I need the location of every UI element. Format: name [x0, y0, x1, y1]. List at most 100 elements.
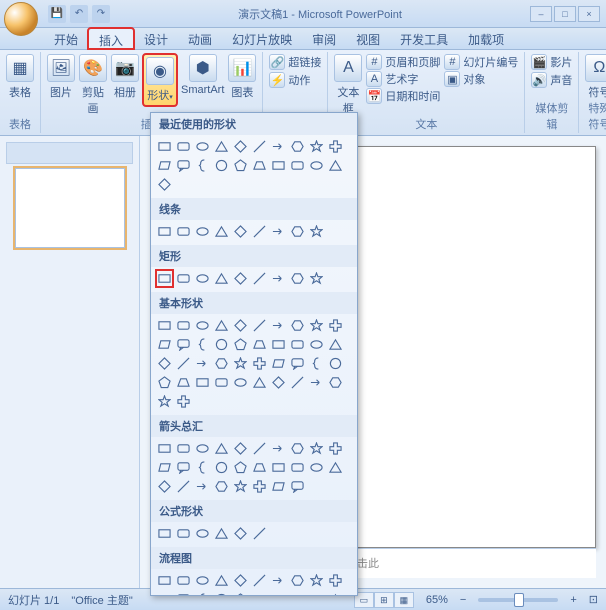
- shape-item[interactable]: [270, 374, 287, 391]
- shape-item[interactable]: [270, 336, 287, 353]
- tab-view[interactable]: 视图: [346, 28, 390, 49]
- tab-design[interactable]: 设计: [134, 28, 178, 49]
- shape-item[interactable]: [194, 374, 211, 391]
- hyperlink-button[interactable]: 🔗超链接: [269, 54, 321, 70]
- shape-item[interactable]: [308, 374, 325, 391]
- close-button[interactable]: ×: [578, 6, 600, 22]
- tab-home[interactable]: 开始: [44, 28, 88, 49]
- shape-item[interactable]: [156, 572, 173, 589]
- tab-developer[interactable]: 开发工具: [390, 28, 458, 49]
- tab-review[interactable]: 审阅: [302, 28, 346, 49]
- zoom-level[interactable]: 65%: [426, 594, 448, 606]
- shape-item[interactable]: [156, 138, 173, 155]
- shape-item[interactable]: [251, 157, 268, 174]
- shape-item[interactable]: [232, 138, 249, 155]
- shape-item[interactable]: [270, 270, 287, 287]
- sorter-view-button[interactable]: ⊞: [374, 592, 394, 608]
- shape-item[interactable]: [289, 317, 306, 334]
- shape-item[interactable]: [270, 478, 287, 495]
- shape-item[interactable]: [175, 355, 192, 372]
- shape-item[interactable]: [175, 270, 192, 287]
- fit-window-button[interactable]: ⊡: [589, 593, 598, 606]
- shape-item[interactable]: [308, 440, 325, 457]
- action-button[interactable]: ⚡动作: [269, 72, 310, 88]
- shape-item[interactable]: [270, 157, 287, 174]
- shape-item[interactable]: [270, 591, 287, 596]
- shape-item[interactable]: [289, 572, 306, 589]
- shape-item[interactable]: [194, 440, 211, 457]
- shape-item[interactable]: [156, 525, 173, 542]
- zoom-in-button[interactable]: +: [570, 594, 576, 606]
- shape-item[interactable]: [289, 336, 306, 353]
- shape-item[interactable]: [270, 572, 287, 589]
- shape-item[interactable]: [270, 440, 287, 457]
- shape-item[interactable]: [175, 440, 192, 457]
- shape-item[interactable]: [232, 440, 249, 457]
- slideshow-view-button[interactable]: ▦: [394, 592, 414, 608]
- shape-item[interactable]: [232, 525, 249, 542]
- shape-item[interactable]: [251, 317, 268, 334]
- shape-item[interactable]: [175, 478, 192, 495]
- shape-item[interactable]: [308, 270, 325, 287]
- shape-item[interactable]: [175, 317, 192, 334]
- movie-button[interactable]: 🎬影片: [531, 54, 572, 70]
- shape-item[interactable]: [251, 440, 268, 457]
- shape-item[interactable]: [156, 374, 173, 391]
- shape-item[interactable]: [327, 591, 344, 596]
- shape-item[interactable]: [232, 478, 249, 495]
- maximize-button[interactable]: □: [554, 6, 576, 22]
- shape-item[interactable]: [194, 138, 211, 155]
- shape-item[interactable]: [156, 478, 173, 495]
- tab-animations[interactable]: 动画: [178, 28, 222, 49]
- save-button[interactable]: 💾: [48, 5, 66, 23]
- shape-item[interactable]: [194, 157, 211, 174]
- shape-item[interactable]: [270, 138, 287, 155]
- shape-item[interactable]: [251, 138, 268, 155]
- shape-item[interactable]: [194, 223, 211, 240]
- shape-item[interactable]: [156, 393, 173, 410]
- shape-item[interactable]: [308, 157, 325, 174]
- shape-item[interactable]: [251, 459, 268, 476]
- shape-item[interactable]: [232, 336, 249, 353]
- shape-item[interactable]: [327, 336, 344, 353]
- clipart-button[interactable]: 🎨剪贴画: [79, 54, 107, 116]
- thumbnail-tabs[interactable]: [6, 142, 133, 164]
- headerfooter-button[interactable]: #页眉和页脚: [366, 54, 440, 70]
- shape-item[interactable]: [327, 138, 344, 155]
- shape-item[interactable]: [308, 317, 325, 334]
- shape-item[interactable]: [156, 591, 173, 596]
- shape-item[interactable]: [251, 270, 268, 287]
- shape-item[interactable]: [213, 478, 230, 495]
- shape-item[interactable]: [194, 317, 211, 334]
- slide-canvas[interactable]: [340, 146, 596, 548]
- shape-item[interactable]: [232, 317, 249, 334]
- shape-item[interactable]: [327, 374, 344, 391]
- shape-item[interactable]: [175, 138, 192, 155]
- tab-insert[interactable]: 插入: [88, 28, 134, 49]
- shape-item[interactable]: [175, 393, 192, 410]
- smartart-button[interactable]: ⬢SmartArt: [181, 54, 224, 96]
- zoom-out-button[interactable]: −: [460, 594, 466, 606]
- shape-item[interactable]: [308, 591, 325, 596]
- shape-item[interactable]: [213, 270, 230, 287]
- shape-item[interactable]: [232, 157, 249, 174]
- shape-item[interactable]: [194, 459, 211, 476]
- shape-item[interactable]: [289, 440, 306, 457]
- shape-item[interactable]: [251, 374, 268, 391]
- shape-item[interactable]: [232, 572, 249, 589]
- minimize-button[interactable]: –: [530, 6, 552, 22]
- shape-item[interactable]: [251, 478, 268, 495]
- redo-button[interactable]: ↷: [92, 5, 110, 23]
- shape-item[interactable]: [270, 223, 287, 240]
- shape-item[interactable]: [289, 459, 306, 476]
- shape-item[interactable]: [175, 525, 192, 542]
- shape-item[interactable]: [156, 355, 173, 372]
- shape-item[interactable]: [289, 270, 306, 287]
- shape-item[interactable]: [156, 270, 173, 287]
- tab-slideshow[interactable]: 幻灯片放映: [222, 28, 302, 49]
- sound-button[interactable]: 🔊声音: [531, 72, 572, 88]
- shape-item[interactable]: [289, 478, 306, 495]
- chart-button[interactable]: 📊图表: [228, 54, 256, 100]
- shape-item[interactable]: [289, 591, 306, 596]
- shape-item[interactable]: [308, 355, 325, 372]
